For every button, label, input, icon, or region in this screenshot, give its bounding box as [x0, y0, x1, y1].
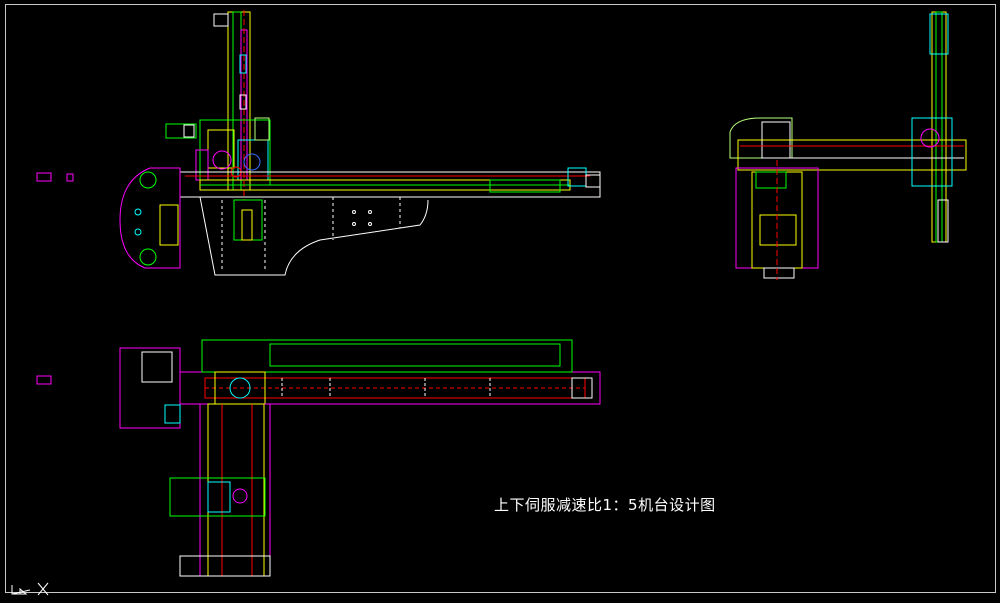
symbol-top-1 — [36, 172, 52, 182]
top-motor-pulley — [232, 488, 248, 504]
cabinet-gear-bottom — [139, 248, 157, 266]
control-cabinet — [119, 167, 181, 269]
front-view[interactable] — [119, 10, 601, 276]
gripper-module — [233, 199, 263, 241]
cabinet-knob-2 — [134, 228, 142, 236]
beam-end-cap-right — [567, 167, 587, 187]
hole-3 — [352, 222, 356, 226]
top-bottom-plate — [179, 555, 271, 577]
side-foot — [763, 267, 795, 279]
cad-model-space[interactable]: 上下伺服减速比1：5机台设计图 — [0, 0, 1000, 599]
servo-motor-housing — [207, 129, 235, 169]
side-vertical-arm-top — [929, 13, 949, 55]
cabinet-bracket — [159, 204, 179, 246]
sensor-block — [254, 117, 270, 141]
symbol-mid — [36, 375, 52, 385]
gearbox-housing — [237, 139, 269, 181]
top-view[interactable] — [119, 339, 601, 577]
hole-4 — [368, 222, 372, 226]
top-upper-frame-2 — [269, 343, 561, 367]
top-view-panel — [119, 347, 181, 429]
symbol-top-2 — [66, 173, 74, 182]
cabinet-gear-top — [139, 171, 157, 189]
side-vertical-arm-inner — [935, 11, 943, 243]
top-view-panel-inner — [141, 351, 173, 383]
pulley-2 — [243, 153, 261, 171]
side-motor-hood — [729, 117, 793, 159]
top-vertical-rail — [199, 403, 271, 577]
side-motor-lower — [755, 171, 787, 189]
beam-end-cap-right-2 — [585, 174, 601, 188]
top-upper-frame — [201, 339, 573, 373]
top-end-cap — [571, 377, 593, 399]
drawing-title: 上下伺服减速比1：5机台设计图 — [494, 496, 716, 514]
side-grid-block — [759, 214, 797, 246]
hole-1 — [352, 210, 356, 214]
ucs-axis-icon — [11, 582, 49, 596]
motor-flange — [183, 124, 195, 138]
top-side-bracket — [164, 404, 181, 424]
top-motor-cluster — [169, 477, 266, 517]
hole-2 — [368, 210, 372, 214]
gearbox-left — [165, 123, 197, 139]
cabinet-knob — [134, 208, 142, 216]
vertical-arm-cap — [213, 13, 229, 27]
side-view[interactable] — [729, 11, 967, 280]
gripper-cylinder — [241, 209, 253, 241]
top-motor — [207, 481, 231, 513]
side-symbols — [36, 172, 74, 385]
side-vertical-arm — [931, 11, 947, 243]
